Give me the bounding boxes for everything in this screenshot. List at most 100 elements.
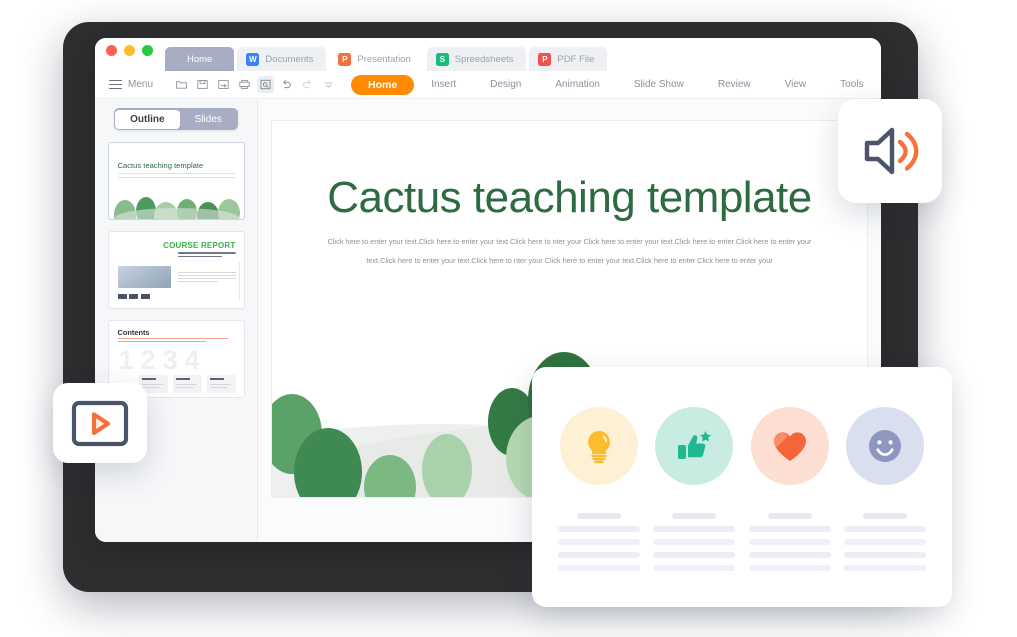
feature-text-row bbox=[558, 513, 926, 571]
lightbulb-circle bbox=[560, 407, 638, 485]
tab-documents-label: Documents bbox=[265, 54, 313, 65]
open-folder-icon[interactable] bbox=[173, 76, 190, 93]
placeholder-line bbox=[653, 539, 735, 545]
customize-dropdown-icon[interactable] bbox=[320, 76, 337, 93]
slide-body-line-2: text.Click here to enter your text.Click… bbox=[320, 252, 819, 271]
thumb-3-title: Contents bbox=[118, 328, 150, 337]
feature-lightbulb[interactable] bbox=[558, 407, 640, 485]
undo-icon[interactable] bbox=[278, 76, 295, 93]
close-window-button[interactable] bbox=[106, 45, 117, 56]
ribbon-tab-slide-show[interactable]: Slide Show bbox=[617, 79, 701, 90]
heart-icon bbox=[772, 430, 808, 463]
slide-thumbnail-2[interactable]: COURSE REPORT bbox=[108, 231, 245, 309]
thumb-2-title: COURSE REPORT bbox=[163, 241, 235, 250]
ribbon-tab-animation[interactable]: Animation bbox=[538, 79, 616, 90]
slide-body-line-1: Click here to enter your text.Click here… bbox=[320, 233, 819, 252]
traffic-lights bbox=[106, 38, 153, 71]
thumb-3-cards bbox=[139, 375, 236, 393]
thumb-2-subtitle-lines bbox=[178, 252, 236, 259]
tab-pdf-label: PDF File bbox=[557, 54, 594, 65]
thumb-2-chips bbox=[118, 294, 150, 299]
tab-spreadsheets[interactable]: S Spreedsheets bbox=[427, 47, 527, 71]
feature-thumbs-up[interactable] bbox=[653, 407, 735, 485]
toggle-slides[interactable]: Slides bbox=[180, 110, 237, 129]
slides-sidebar: Outline Slides Cactus teaching template bbox=[95, 99, 258, 542]
tab-spreadsheets-label: Spreedsheets bbox=[455, 54, 514, 65]
speaker-card[interactable] bbox=[838, 99, 942, 203]
placeholder-line bbox=[844, 552, 926, 558]
thumb-2-paragraph bbox=[178, 272, 236, 284]
view-toggle: Outline Slides bbox=[114, 108, 239, 130]
thumb-2-divider bbox=[239, 262, 240, 300]
smiley-face-icon bbox=[867, 428, 903, 464]
tab-pdf-file[interactable]: P PDF File bbox=[529, 47, 607, 71]
thumb-3-numbers: 1 2 3 4 bbox=[119, 347, 200, 374]
speaker-volume-icon bbox=[859, 122, 921, 180]
placeholder-line bbox=[844, 539, 926, 545]
placeholder-line bbox=[653, 526, 735, 532]
print-icon[interactable] bbox=[236, 76, 253, 93]
redo-icon bbox=[299, 76, 316, 93]
placeholder-heading bbox=[768, 513, 812, 519]
word-doc-icon: W bbox=[246, 53, 259, 66]
placeholder-heading bbox=[577, 513, 621, 519]
lightbulb-icon bbox=[582, 428, 616, 464]
thumb-3-card bbox=[207, 375, 236, 393]
video-play-icon bbox=[71, 400, 129, 447]
maximize-window-button[interactable] bbox=[142, 45, 153, 56]
placeholder-line bbox=[749, 565, 831, 571]
feature-smiley[interactable] bbox=[844, 407, 926, 485]
ribbon-tab-insert[interactable]: Insert bbox=[414, 79, 473, 90]
minimize-window-button[interactable] bbox=[124, 45, 135, 56]
screenshot-stage: Home W Documents P Presentation S Spreed… bbox=[0, 0, 1017, 637]
ribbon-tab-view[interactable]: View bbox=[768, 79, 824, 90]
titlebar: Home W Documents P Presentation S Spreed… bbox=[95, 38, 881, 71]
tab-presentation-label: Presentation bbox=[357, 54, 410, 65]
toolbar: Menu bbox=[95, 71, 881, 99]
ribbon-tab-home[interactable]: Home bbox=[351, 75, 414, 95]
save-icon[interactable] bbox=[194, 76, 211, 93]
spreadsheet-icon: S bbox=[436, 53, 449, 66]
feature-icon-row bbox=[558, 407, 926, 485]
feature-heart[interactable] bbox=[749, 407, 831, 485]
toggle-outline[interactable]: Outline bbox=[115, 110, 179, 129]
placeholder-line bbox=[749, 526, 831, 532]
tab-presentation[interactable]: P Presentation bbox=[329, 47, 423, 71]
features-card bbox=[532, 367, 952, 607]
thumb-3-card bbox=[173, 375, 202, 393]
video-play-card[interactable] bbox=[53, 383, 147, 463]
smiley-circle bbox=[846, 407, 924, 485]
placeholder-line bbox=[558, 552, 640, 558]
menu-label: Menu bbox=[128, 79, 153, 90]
ribbon-tab-tools[interactable]: Tools bbox=[823, 79, 880, 90]
slide-thumbnail-list: Cactus teaching template bbox=[108, 142, 245, 398]
hamburger-icon bbox=[109, 80, 122, 90]
thumb-3-number-1: 1 bbox=[119, 347, 134, 374]
tab-documents[interactable]: W Documents bbox=[237, 47, 326, 71]
placeholder-line bbox=[558, 565, 640, 571]
placeholder-line bbox=[653, 565, 735, 571]
thumbs-up-star-icon bbox=[676, 429, 712, 463]
thumb-3-number-2: 2 bbox=[141, 347, 156, 374]
tab-home-label: Home bbox=[187, 54, 212, 65]
placeholder-line bbox=[844, 565, 926, 571]
print-preview-icon[interactable] bbox=[257, 76, 274, 93]
feature-text-column bbox=[844, 513, 926, 571]
thumb-2-image bbox=[118, 266, 171, 288]
ribbon-tab-review[interactable]: Review bbox=[701, 79, 768, 90]
quick-access-toolbar bbox=[173, 76, 337, 93]
thumb-1-title: Cactus teaching template bbox=[118, 161, 204, 170]
placeholder-line bbox=[653, 552, 735, 558]
slide-body-text[interactable]: Click here to enter your text.Click here… bbox=[320, 233, 819, 270]
slide-thumbnail-1[interactable]: Cactus teaching template bbox=[108, 142, 245, 220]
save-as-icon[interactable] bbox=[215, 76, 232, 93]
thumb-3-lines bbox=[118, 338, 228, 344]
placeholder-heading bbox=[863, 513, 907, 519]
feature-text-column bbox=[749, 513, 831, 571]
ribbon-tab-design[interactable]: Design bbox=[473, 79, 538, 90]
feature-text-column bbox=[558, 513, 640, 571]
placeholder-heading bbox=[672, 513, 716, 519]
slide-title[interactable]: Cactus teaching template bbox=[272, 173, 867, 223]
tab-home[interactable]: Home bbox=[165, 47, 234, 71]
menu-button[interactable]: Menu bbox=[109, 79, 153, 90]
